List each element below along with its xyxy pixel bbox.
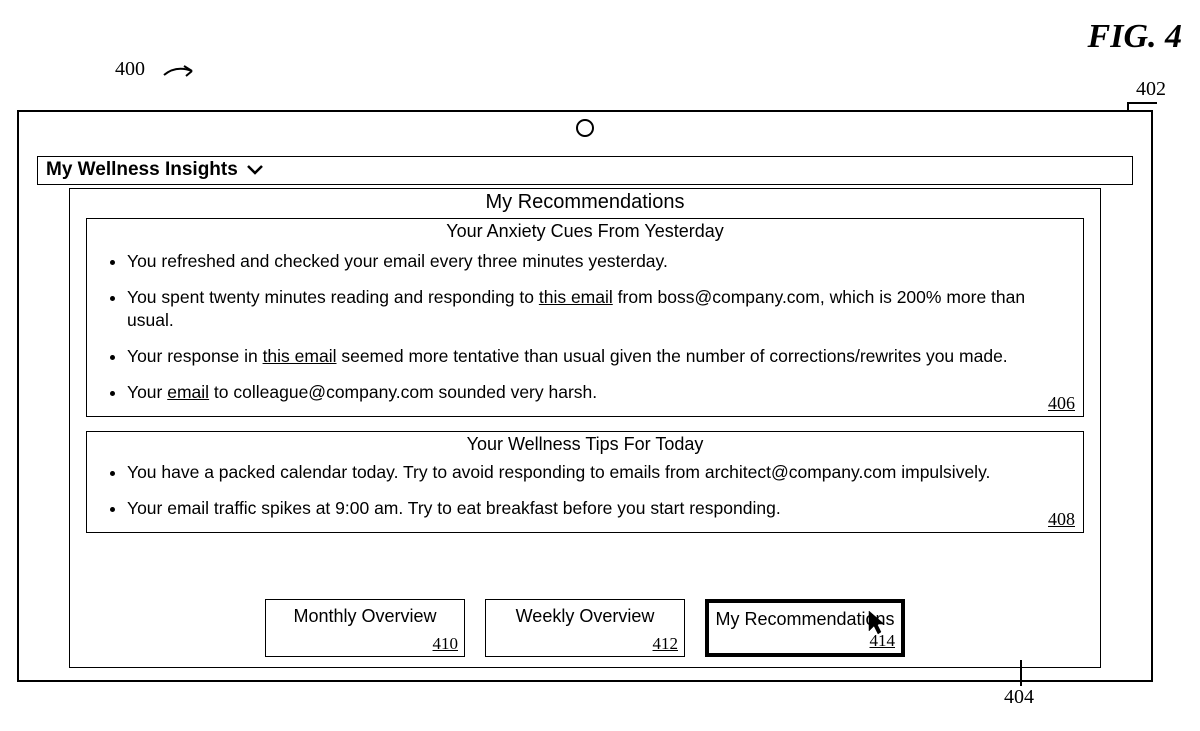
ref-400: 400 (115, 58, 145, 81)
ref-410: 410 (433, 634, 459, 654)
device-outer-frame: My Wellness Insights My Recommendations … (17, 110, 1153, 682)
button-label: Weekly Overview (516, 606, 655, 626)
monthly-overview-button[interactable]: Monthly Overview 410 (265, 599, 465, 657)
ref-402: 402 (1136, 78, 1166, 101)
email-link[interactable]: this email (263, 346, 337, 366)
recommendations-panel: My Recommendations Your Anxiety Cues Fro… (69, 188, 1101, 668)
anxiety-cue-item: Your response in this email seemed more … (127, 345, 1043, 369)
email-link[interactable]: this email (539, 287, 613, 307)
header-bar[interactable]: My Wellness Insights (37, 156, 1133, 185)
ref-400-arrow-icon (162, 63, 202, 81)
recommendations-title: My Recommendations (70, 191, 1100, 214)
wellness-tip-item: You have a packed calendar today. Try to… (127, 461, 1043, 485)
my-recommendations-button[interactable]: My Recommendations 414 (705, 599, 905, 657)
ref-408: 408 (1048, 509, 1075, 530)
anxiety-cue-item: Your email to colleague@company.com soun… (127, 381, 1043, 405)
ref-404-leader-line (1020, 660, 1022, 686)
chevron-down-icon (246, 164, 264, 176)
camera-icon (576, 119, 594, 137)
button-label: Monthly Overview (293, 606, 436, 626)
weekly-overview-button[interactable]: Weekly Overview 412 (485, 599, 685, 657)
nav-buttons-row: Monthly Overview 410 Weekly Overview 412… (70, 599, 1100, 657)
tips-card-title: Your Wellness Tips For Today (87, 434, 1083, 455)
email-link[interactable]: email (167, 382, 209, 402)
patent-figure-stage: FIG. 4 400 402 My Wellness Insights My R… (0, 0, 1200, 731)
ref-406: 406 (1048, 393, 1075, 414)
wellness-tip-item: Your email traffic spikes at 9:00 am. Tr… (127, 497, 1043, 521)
anxiety-card-title: Your Anxiety Cues From Yesterday (87, 221, 1083, 242)
anxiety-cue-item: You refreshed and checked your email eve… (127, 250, 1043, 274)
ref-404: 404 (1004, 686, 1034, 709)
ref-412: 412 (653, 634, 679, 654)
header-title: My Wellness Insights (46, 159, 238, 181)
figure-title: FIG. 4 (1088, 18, 1182, 56)
anxiety-cues-card: Your Anxiety Cues From Yesterday You ref… (86, 218, 1084, 417)
anxiety-cue-item: You spent twenty minutes reading and res… (127, 286, 1043, 333)
wellness-tips-card: Your Wellness Tips For Today You have a … (86, 431, 1084, 533)
cursor-icon (867, 609, 887, 635)
